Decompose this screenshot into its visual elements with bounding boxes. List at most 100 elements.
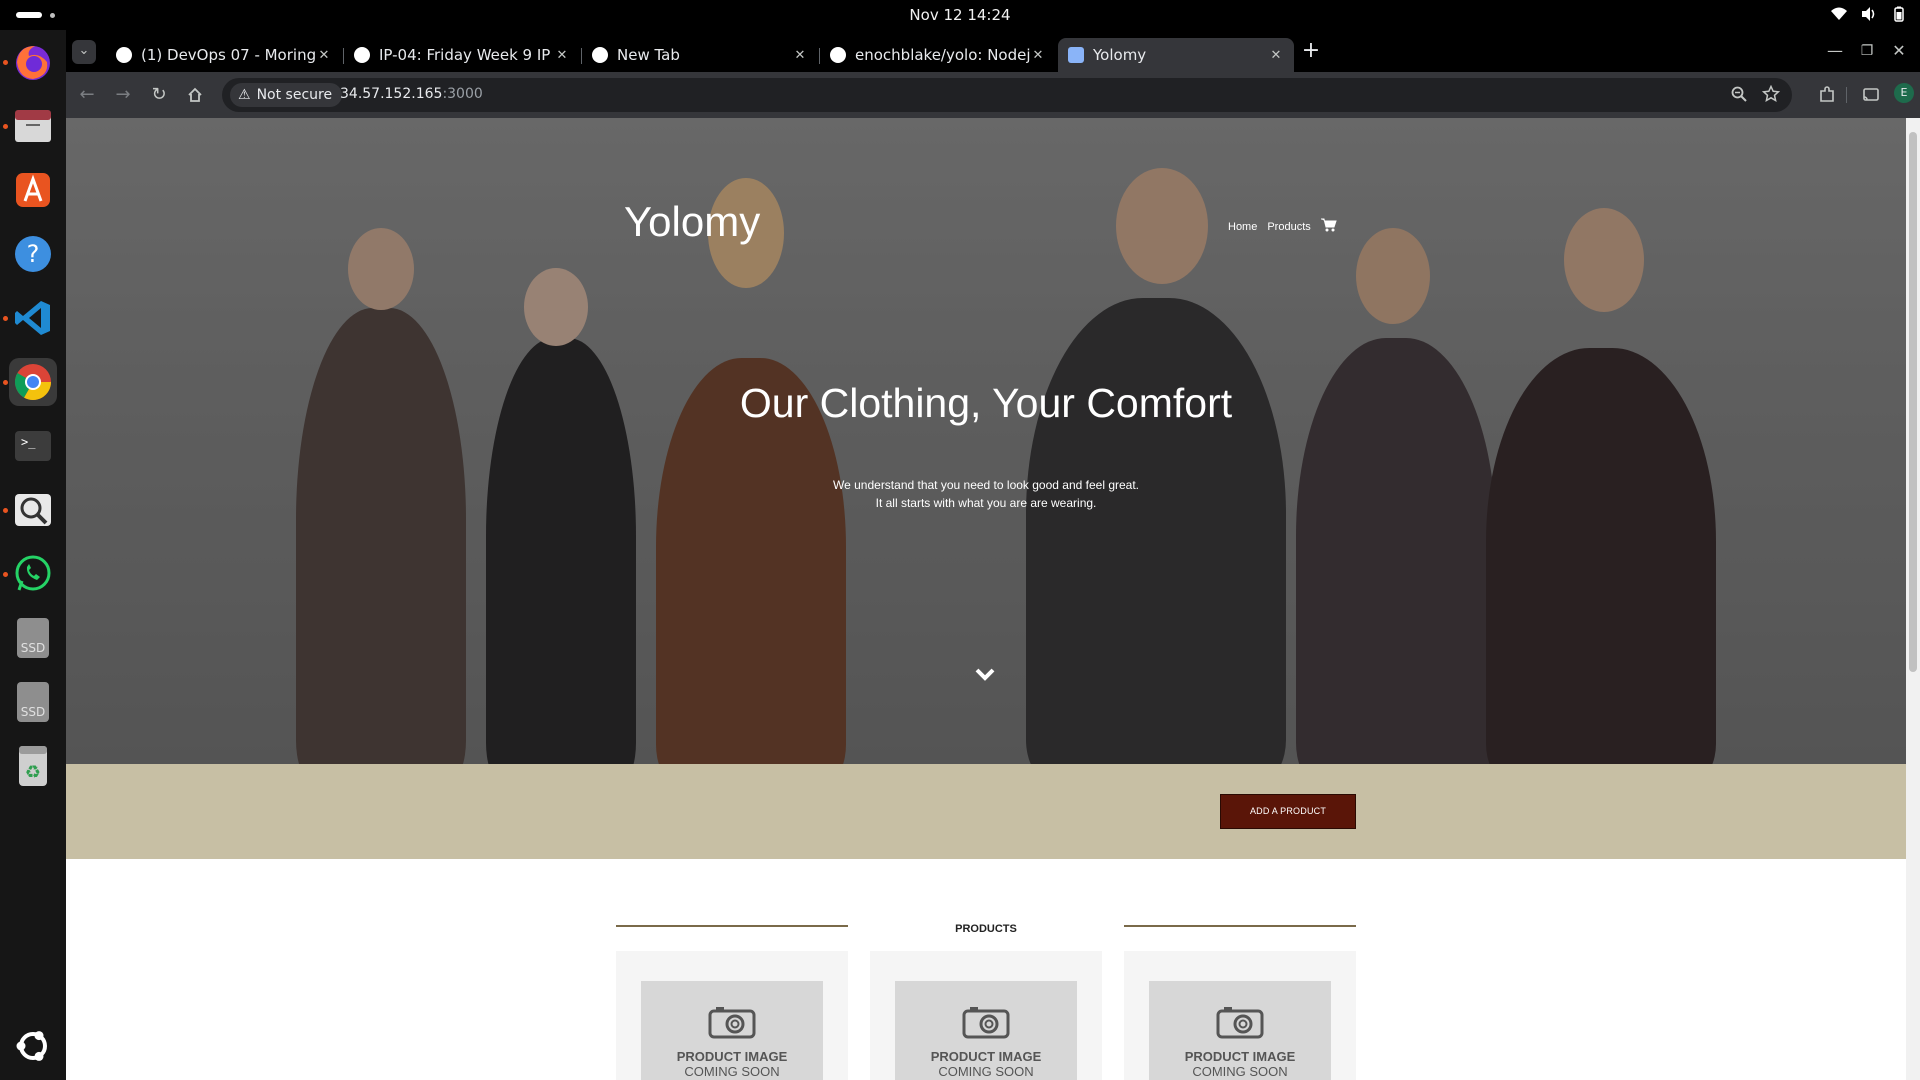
product-card[interactable]: PRODUCT IMAGE COMING SOON: [870, 951, 1102, 1080]
address-bar[interactable]: ⚠ Not secure 34.57.152.165:3000: [222, 78, 1792, 112]
battery-icon[interactable]: [1890, 5, 1908, 23]
cart-icon[interactable]: [1320, 218, 1337, 235]
nav-products-link[interactable]: Products: [1267, 221, 1310, 233]
caption-line: PRODUCT IMAGE: [930, 1049, 1042, 1064]
home-icon[interactable]: [182, 82, 208, 108]
system-tray[interactable]: [1830, 5, 1908, 23]
caption-line: COMING SOON: [684, 1064, 780, 1079]
zoom-icon[interactable]: [1730, 85, 1748, 107]
warning-icon: ⚠: [238, 87, 251, 103]
reload-icon[interactable]: ↻: [146, 82, 172, 108]
minimize-icon[interactable]: —: [1822, 38, 1848, 64]
browser-toolbar: ← → ↻ ⚠ Not secure 34.57.152.165:3000 E: [66, 72, 1920, 118]
chevron-down-icon[interactable]: [974, 666, 996, 682]
web-page: Yolomy Home Products Our Clothing, Your …: [66, 118, 1906, 1080]
ssd-label: SSD: [21, 641, 45, 655]
close-tab-icon[interactable]: ✕: [554, 48, 570, 63]
extensions-icon[interactable]: [1814, 82, 1840, 108]
ssd-drive-icon[interactable]: SSD: [9, 614, 57, 662]
new-tab-button[interactable]: +: [1298, 38, 1324, 64]
toolbar-divider: [1846, 87, 1847, 103]
page-scrollbar[interactable]: [1906, 118, 1920, 1080]
system-top-bar: Nov 12 14:24: [0, 0, 1920, 30]
placeholder-caption: PRODUCT IMAGE COMING SOON: [641, 1049, 823, 1079]
product-card[interactable]: PRODUCT IMAGE COMING SOON: [1124, 951, 1356, 1080]
back-icon[interactable]: ←: [74, 82, 100, 108]
globe-favicon-icon: [354, 47, 370, 63]
ubuntu-apps-icon[interactable]: [9, 1022, 57, 1070]
hero-subtitle: We understand that you need to look good…: [66, 476, 1906, 512]
scrollbar-thumb[interactable]: [1909, 132, 1917, 672]
files-icon[interactable]: [9, 102, 57, 150]
camera-icon: [1216, 1007, 1264, 1039]
add-product-button[interactable]: ADD A PRODUCT: [1220, 794, 1356, 829]
volume-icon[interactable]: [1860, 5, 1878, 23]
firefox-icon[interactable]: [9, 38, 57, 86]
running-indicator: [3, 380, 8, 385]
whatsapp-icon[interactable]: [9, 550, 57, 598]
brand-logo[interactable]: Yolomy: [624, 198, 760, 246]
help-icon[interactable]: ?: [9, 230, 57, 278]
ssd-label: SSD: [21, 705, 45, 719]
caption-line: PRODUCT IMAGE: [1184, 1049, 1296, 1064]
chrome-favicon-icon: [592, 47, 608, 63]
vscode-icon[interactable]: [9, 294, 57, 342]
caption-line: COMING SOON: [1192, 1064, 1288, 1079]
tab-devops[interactable]: (1) DevOps 07 - Moringa ✕: [106, 38, 342, 72]
placeholder-caption: PRODUCT IMAGE COMING SOON: [1149, 1049, 1331, 1079]
tab-title: enochblake/yolo: Nodejs: [855, 46, 1030, 64]
cast-icon[interactable]: [1858, 82, 1884, 108]
product-card[interactable]: PRODUCT IMAGE COMING SOON: [616, 951, 848, 1080]
camera-icon: [708, 1007, 756, 1039]
restore-icon[interactable]: ❐: [1854, 38, 1880, 64]
hero-section: Yolomy Home Products Our Clothing, Your …: [66, 118, 1906, 764]
close-tab-icon[interactable]: ✕: [316, 48, 332, 63]
tab-search-button[interactable]: ⌄: [72, 40, 96, 64]
clock[interactable]: Nov 12 14:24: [0, 6, 1920, 24]
hero-subtitle-line: We understand that you need to look good…: [833, 478, 1139, 492]
security-chip[interactable]: ⚠ Not secure: [230, 83, 343, 107]
tab-title: Yolomy: [1093, 46, 1147, 64]
search-tool-icon[interactable]: [9, 486, 57, 534]
close-tab-icon[interactable]: ✕: [792, 48, 808, 63]
close-window-icon[interactable]: ✕: [1886, 38, 1912, 64]
heading-rule-right: [1124, 925, 1356, 927]
running-indicator: [3, 316, 8, 321]
forward-icon[interactable]: →: [110, 82, 136, 108]
caption-line: PRODUCT IMAGE: [676, 1049, 788, 1064]
wifi-icon[interactable]: [1830, 5, 1848, 23]
main-nav: Home Products: [1228, 218, 1337, 235]
camera-icon: [962, 1007, 1010, 1039]
products-heading-section: PRODUCTS: [616, 913, 1356, 943]
running-indicator: [3, 508, 8, 513]
trash-icon[interactable]: ♻: [9, 742, 57, 790]
close-tab-icon[interactable]: ✕: [1268, 48, 1284, 63]
close-tab-icon[interactable]: ✕: [1030, 48, 1046, 63]
hero-title: Our Clothing, Your Comfort: [739, 380, 1233, 426]
yolomy-favicon-icon: [1068, 47, 1084, 63]
url-host: 34.57.152.165: [340, 86, 443, 102]
dock: ? >_ SSD SSD ♻: [0, 30, 66, 1080]
action-band: ADD A PRODUCT: [66, 764, 1906, 859]
profile-avatar[interactable]: E: [1894, 83, 1914, 103]
tab-new-tab[interactable]: New Tab ✕: [582, 38, 818, 72]
tab-yolomy[interactable]: Yolomy ✕: [1058, 38, 1294, 72]
terminal-icon[interactable]: >_: [9, 422, 57, 470]
running-indicator: [3, 572, 8, 577]
chrome-icon[interactable]: [9, 358, 57, 406]
tab-ip04[interactable]: IP-04: Friday Week 9 IP 4 ✕: [344, 38, 580, 72]
bookmark-star-icon[interactable]: [1761, 84, 1781, 107]
url-text[interactable]: 34.57.152.165:3000: [340, 86, 483, 102]
product-image-placeholder: PRODUCT IMAGE COMING SOON: [641, 981, 823, 1080]
placeholder-caption: PRODUCT IMAGE COMING SOON: [895, 1049, 1077, 1079]
running-indicator: [3, 60, 8, 65]
tab-title: IP-04: Friday Week 9 IP 4: [379, 46, 554, 64]
app-center-icon[interactable]: [9, 166, 57, 214]
svg-text:?: ?: [27, 240, 40, 268]
devops-favicon-icon: [116, 47, 132, 63]
nav-home-link[interactable]: Home: [1228, 221, 1257, 233]
tab-title: New Tab: [617, 46, 680, 64]
github-favicon-icon: [830, 47, 846, 63]
tab-github-yolo[interactable]: enochblake/yolo: Nodejs ✕: [820, 38, 1056, 72]
ssd-drive-icon[interactable]: SSD: [9, 678, 57, 726]
